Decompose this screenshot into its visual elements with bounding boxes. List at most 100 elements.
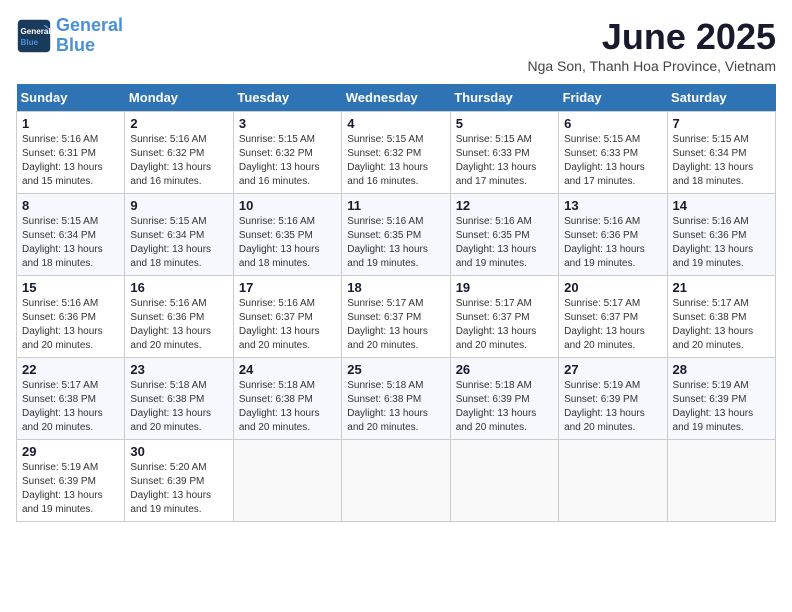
day-number: 10: [239, 198, 336, 213]
day-detail: Sunrise: 5:16 AM Sunset: 6:32 PM Dayligh…: [130, 133, 227, 189]
svg-text:General: General: [21, 27, 51, 36]
logo-text: GeneralBlue: [56, 16, 123, 56]
day-detail: Sunrise: 5:18 AM Sunset: 6:38 PM Dayligh…: [239, 379, 336, 435]
calendar-body: 1Sunrise: 5:16 AM Sunset: 6:31 PM Daylig…: [17, 112, 776, 522]
calendar-cell: 9Sunrise: 5:15 AM Sunset: 6:34 PM Daylig…: [125, 194, 233, 276]
day-detail: Sunrise: 5:16 AM Sunset: 6:35 PM Dayligh…: [456, 215, 553, 271]
day-number: 4: [347, 116, 444, 131]
day-number: 14: [673, 198, 770, 213]
calendar-week-row: 15 Sunrise: 5:16 AM Sunset: 6:36 PM Dayli…: [17, 276, 776, 358]
day-number: 27: [564, 362, 661, 377]
day-number: 11: [347, 198, 444, 213]
day-detail: Sunrise: 5:15 AM Sunset: 6:32 PM Dayligh…: [239, 133, 336, 189]
day-number: 21: [673, 280, 770, 295]
day-number: 23: [130, 362, 227, 377]
day-number: 2: [130, 116, 227, 131]
calendar-cell: 8 Sunrise: 5:15 AM Sunset: 6:34 PM Daylig…: [17, 194, 125, 276]
day-detail: Sunrise: 5:17 AM Sunset: 6:38 PM Dayligh…: [22, 379, 119, 435]
calendar-cell: 22 Sunrise: 5:17 AM Sunset: 6:38 PM Dayli…: [17, 358, 125, 440]
svg-text:Blue: Blue: [21, 38, 39, 47]
page-header: General Blue GeneralBlue June 2025 Nga S…: [16, 16, 776, 74]
day-number: 26: [456, 362, 553, 377]
day-number: 29: [22, 444, 119, 459]
day-detail: Sunrise: 5:17 AM Sunset: 6:38 PM Dayligh…: [673, 297, 770, 353]
day-number: 17: [239, 280, 336, 295]
day-detail: Sunrise: 5:18 AM Sunset: 6:38 PM Dayligh…: [347, 379, 444, 435]
calendar-cell: 24 Sunrise: 5:18 AM Sunset: 6:38 PM Dayli…: [233, 358, 341, 440]
calendar-header-row: SundayMondayTuesdayWednesdayThursdayFrid…: [17, 84, 776, 112]
calendar-cell: 17 Sunrise: 5:16 AM Sunset: 6:37 PM Dayli…: [233, 276, 341, 358]
calendar-cell: 2 Sunrise: 5:16 AM Sunset: 6:32 PM Daylig…: [125, 112, 233, 194]
day-number: 3: [239, 116, 336, 131]
calendar-cell: 19 Sunrise: 5:17 AM Sunset: 6:37 PM Dayli…: [450, 276, 558, 358]
calendar-cell: 21 Sunrise: 5:17 AM Sunset: 6:38 PM Dayli…: [667, 276, 775, 358]
day-number: 28: [673, 362, 770, 377]
calendar-cell: 16 Sunrise: 5:16 AM Sunset: 6:36 PM Dayli…: [125, 276, 233, 358]
column-header-sunday: Sunday: [17, 84, 125, 112]
calendar-cell: [450, 440, 558, 522]
day-number: 8: [22, 198, 119, 213]
calendar-cell: 29Sunrise: 5:19 AM Sunset: 6:39 PM Dayli…: [17, 440, 125, 522]
calendar-cell: 20Sunrise: 5:17 AM Sunset: 6:37 PM Dayli…: [559, 276, 667, 358]
calendar-cell: 13 Sunrise: 5:16 AM Sunset: 6:36 PM Dayli…: [559, 194, 667, 276]
day-number: 6: [564, 116, 661, 131]
day-detail: Sunrise: 5:17 AM Sunset: 6:37 PM Dayligh…: [347, 297, 444, 353]
day-number: 24: [239, 362, 336, 377]
day-detail: Sunrise: 5:16 AM Sunset: 6:36 PM Dayligh…: [22, 297, 119, 353]
calendar-cell: 26Sunrise: 5:18 AM Sunset: 6:39 PM Dayli…: [450, 358, 558, 440]
day-number: 25: [347, 362, 444, 377]
day-detail: Sunrise: 5:16 AM Sunset: 6:36 PM Dayligh…: [130, 297, 227, 353]
day-number: 30: [130, 444, 227, 459]
day-number: 5: [456, 116, 553, 131]
logo: General Blue GeneralBlue: [16, 16, 123, 56]
calendar-title: June 2025: [527, 16, 776, 58]
calendar-cell: 5 Sunrise: 5:15 AM Sunset: 6:33 PM Daylig…: [450, 112, 558, 194]
day-detail: Sunrise: 5:19 AM Sunset: 6:39 PM Dayligh…: [673, 379, 770, 435]
calendar-cell: 18 Sunrise: 5:17 AM Sunset: 6:37 PM Dayli…: [342, 276, 450, 358]
day-detail: Sunrise: 5:17 AM Sunset: 6:37 PM Dayligh…: [564, 297, 661, 353]
day-detail: Sunrise: 5:16 AM Sunset: 6:36 PM Dayligh…: [564, 215, 661, 271]
day-detail: Sunrise: 5:16 AM Sunset: 6:36 PM Dayligh…: [673, 215, 770, 271]
calendar-cell: 30 Sunrise: 5:20 AM Sunset: 6:39 PM Dayli…: [125, 440, 233, 522]
column-header-tuesday: Tuesday: [233, 84, 341, 112]
calendar-cell: [559, 440, 667, 522]
day-detail: Sunrise: 5:16 AM Sunset: 6:35 PM Dayligh…: [239, 215, 336, 271]
column-header-saturday: Saturday: [667, 84, 775, 112]
day-detail: Sunrise: 5:19 AM Sunset: 6:39 PM Dayligh…: [564, 379, 661, 435]
day-number: 22: [22, 362, 119, 377]
calendar-cell: 28 Sunrise: 5:19 AM Sunset: 6:39 PM Dayli…: [667, 358, 775, 440]
day-number: 18: [347, 280, 444, 295]
calendar-week-row: 29Sunrise: 5:19 AM Sunset: 6:39 PM Dayli…: [17, 440, 776, 522]
calendar-cell: 11 Sunrise: 5:16 AM Sunset: 6:35 PM Dayli…: [342, 194, 450, 276]
calendar-cell: [342, 440, 450, 522]
day-detail: Sunrise: 5:17 AM Sunset: 6:37 PM Dayligh…: [456, 297, 553, 353]
day-detail: Sunrise: 5:15 AM Sunset: 6:33 PM Dayligh…: [456, 133, 553, 189]
day-detail: Sunrise: 5:15 AM Sunset: 6:34 PM Dayligh…: [673, 133, 770, 189]
calendar-cell: 6Sunrise: 5:15 AM Sunset: 6:33 PM Daylig…: [559, 112, 667, 194]
column-header-thursday: Thursday: [450, 84, 558, 112]
column-header-wednesday: Wednesday: [342, 84, 450, 112]
calendar-cell: [233, 440, 341, 522]
day-detail: Sunrise: 5:20 AM Sunset: 6:39 PM Dayligh…: [130, 461, 227, 517]
day-number: 7: [673, 116, 770, 131]
calendar-week-row: 22 Sunrise: 5:17 AM Sunset: 6:38 PM Dayli…: [17, 358, 776, 440]
calendar-week-row: 1Sunrise: 5:16 AM Sunset: 6:31 PM Daylig…: [17, 112, 776, 194]
day-number: 15: [22, 280, 119, 295]
calendar-cell: 3 Sunrise: 5:15 AM Sunset: 6:32 PM Daylig…: [233, 112, 341, 194]
day-detail: Sunrise: 5:15 AM Sunset: 6:34 PM Dayligh…: [22, 215, 119, 271]
calendar-cell: 15 Sunrise: 5:16 AM Sunset: 6:36 PM Dayli…: [17, 276, 125, 358]
calendar-cell: 12 Sunrise: 5:16 AM Sunset: 6:35 PM Dayli…: [450, 194, 558, 276]
calendar-cell: 10 Sunrise: 5:16 AM Sunset: 6:35 PM Dayli…: [233, 194, 341, 276]
calendar-cell: [667, 440, 775, 522]
day-detail: Sunrise: 5:16 AM Sunset: 6:35 PM Dayligh…: [347, 215, 444, 271]
day-number: 19: [456, 280, 553, 295]
day-number: 16: [130, 280, 227, 295]
day-detail: Sunrise: 5:15 AM Sunset: 6:32 PM Dayligh…: [347, 133, 444, 189]
calendar-cell: 4 Sunrise: 5:15 AM Sunset: 6:32 PM Daylig…: [342, 112, 450, 194]
calendar-cell: 7 Sunrise: 5:15 AM Sunset: 6:34 PM Daylig…: [667, 112, 775, 194]
day-detail: Sunrise: 5:16 AM Sunset: 6:37 PM Dayligh…: [239, 297, 336, 353]
calendar-table: SundayMondayTuesdayWednesdayThursdayFrid…: [16, 84, 776, 522]
day-number: 13: [564, 198, 661, 213]
day-number: 12: [456, 198, 553, 213]
calendar-subtitle: Nga Son, Thanh Hoa Province, Vietnam: [527, 58, 776, 74]
